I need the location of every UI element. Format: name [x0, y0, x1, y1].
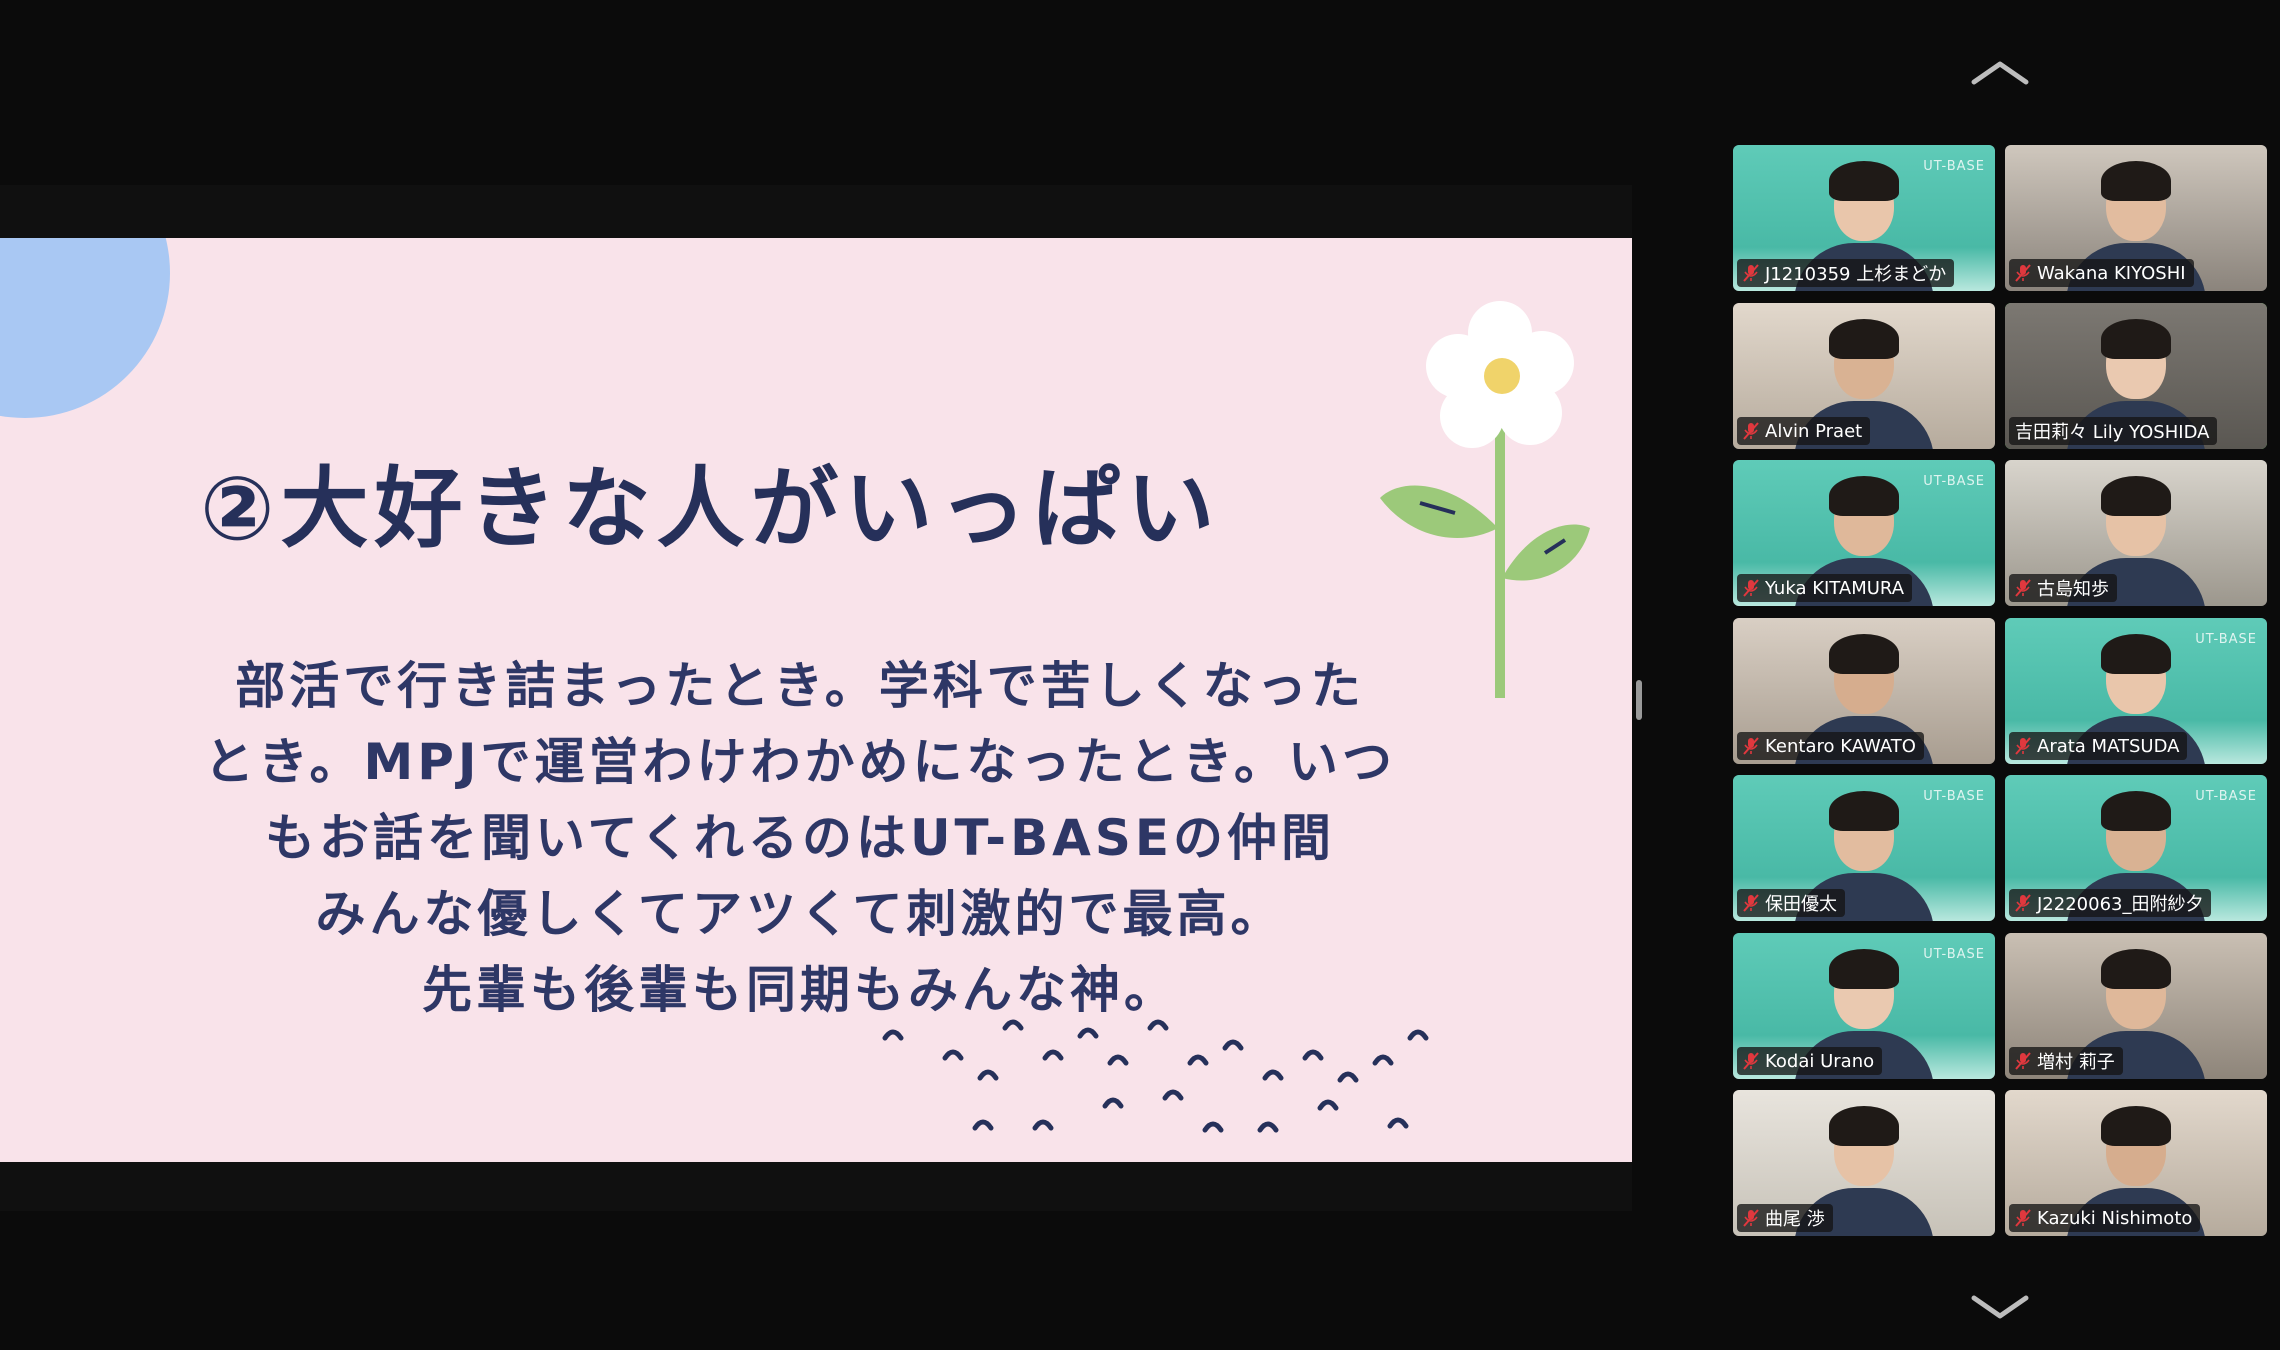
- participant-name: 増村 莉子: [2037, 1052, 2115, 1073]
- slide-body-line: もお話を聞いてくれるのはUT-BASEの仲間: [264, 809, 1336, 867]
- chevron-up-icon[interactable]: [1968, 58, 2032, 88]
- participant-tile[interactable]: Alvin Praet: [1733, 303, 1995, 449]
- mic-off-icon: [1743, 264, 1759, 282]
- participant-tile[interactable]: Wakana KIYOSHI: [2005, 145, 2267, 291]
- slide-body-line: 先輩も後輩も同期もみんな神。: [422, 961, 1178, 1019]
- mic-off-icon: [1743, 422, 1759, 440]
- decorative-circle: [0, 238, 170, 418]
- shared-slide: ②大好きな人がいっぱい 部活で行き詰まったとき。学科で苦しくなった とき。MPJ…: [0, 238, 1632, 1162]
- slide-title: ②大好きな人がいっぱい: [200, 457, 1221, 560]
- mic-off-icon: [2015, 264, 2031, 282]
- participant-name-tag: Kodai Urano: [1737, 1047, 1883, 1075]
- participant-tile[interactable]: 曲尾 渉: [1733, 1090, 1995, 1236]
- participant-name: 保田優太: [1765, 894, 1837, 915]
- participant-name: Wakana KIYOSHI: [2037, 262, 2186, 284]
- participant-tile[interactable]: 増村 莉子: [2005, 933, 2267, 1079]
- participant-name: Kodai Urano: [1765, 1050, 1875, 1072]
- participant-name: Yuka KITAMURA: [1765, 577, 1905, 599]
- participant-name: Arata MATSUDA: [2037, 735, 2180, 757]
- mic-off-icon: [1743, 1052, 1759, 1070]
- chevron-down-icon[interactable]: [1968, 1292, 2032, 1322]
- participant-tile[interactable]: UT-BASE Yuka KITAMURA: [1733, 460, 1995, 606]
- participant-tile[interactable]: UT-BASE J1210359 上杉まどか: [1733, 145, 1995, 291]
- participant-tile[interactable]: UT-BASE J2220063_田附紗夕: [2005, 775, 2267, 921]
- participant-name-tag: J2220063_田附紗夕: [2009, 889, 2212, 917]
- decorative-arcs: [882, 1019, 1429, 1133]
- participant-name-tag: Kazuki Nishimoto: [2009, 1204, 2201, 1232]
- mic-off-icon: [2015, 894, 2031, 912]
- mic-off-icon: [2015, 737, 2031, 755]
- participant-tile[interactable]: Kentaro KAWATO: [1733, 618, 1995, 764]
- participant-name: Kazuki Nishimoto: [2037, 1207, 2193, 1229]
- mic-off-icon: [1743, 737, 1759, 755]
- flower-illustration: [1380, 301, 1590, 698]
- participant-name: Alvin Praet: [1765, 420, 1863, 442]
- participant-name-tag: 曲尾 渉: [1737, 1204, 1833, 1232]
- participant-name-tag: J1210359 上杉まどか: [1737, 259, 1955, 287]
- mic-off-icon: [1743, 579, 1759, 597]
- participant-name-tag: 増村 莉子: [2009, 1047, 2123, 1075]
- participant-tile[interactable]: UT-BASE 保田優太: [1733, 775, 1995, 921]
- mic-off-icon: [2015, 579, 2031, 597]
- split-resize-handle[interactable]: [1636, 680, 1642, 720]
- mic-off-icon: [2015, 1209, 2031, 1227]
- participant-name: Kentaro KAWATO: [1765, 735, 1916, 757]
- participant-name: 吉田莉々 Lily YOSHIDA: [2015, 422, 2210, 443]
- participant-tile[interactable]: Kazuki Nishimoto: [2005, 1090, 2267, 1236]
- participant-name-tag: Wakana KIYOSHI: [2009, 259, 2194, 287]
- participant-name-tag: Kentaro KAWATO: [1737, 732, 1924, 760]
- slide-body-line: とき。MPJで運営わけわかめになったとき。いつ: [203, 733, 1396, 791]
- participant-name-tag: 保田優太: [1737, 889, 1845, 917]
- participant-name-tag: 吉田莉々 Lily YOSHIDA: [2009, 417, 2218, 445]
- participant-tile[interactable]: 吉田莉々 Lily YOSHIDA: [2005, 303, 2267, 449]
- participant-tile[interactable]: UT-BASE Kodai Urano: [1733, 933, 1995, 1079]
- mic-off-icon: [1743, 1209, 1759, 1227]
- participant-name-tag: Yuka KITAMURA: [1737, 574, 1913, 602]
- participant-name-tag: 古島知歩: [2009, 574, 2117, 602]
- mic-off-icon: [1743, 894, 1759, 912]
- mic-off-icon: [2015, 1052, 2031, 1070]
- participant-tile[interactable]: UT-BASE Arata MATSUDA: [2005, 618, 2267, 764]
- participant-name: 古島知歩: [2037, 579, 2109, 600]
- participant-name-tag: Alvin Praet: [1737, 417, 1871, 445]
- slide-body-line: みんな優しくてアツくて刺激的で最高。: [315, 885, 1285, 943]
- participant-name: J2220063_田附紗夕: [2037, 894, 2204, 915]
- participant-name: 曲尾 渉: [1765, 1209, 1825, 1230]
- slide-body: 部活で行き詰まったとき。学科で苦しくなった とき。MPJで運営わけわかめになった…: [170, 648, 1430, 1028]
- participant-name-tag: Arata MATSUDA: [2009, 732, 2188, 760]
- meeting-window: ②大好きな人がいっぱい 部活で行き詰まったとき。学科で苦しくなった とき。MPJ…: [0, 0, 2280, 1350]
- slide-body-line: 部活で行き詰まったとき。学科で苦しくなった: [235, 657, 1365, 715]
- participant-name: J1210359 上杉まどか: [1765, 264, 1947, 285]
- participant-tile[interactable]: 古島知歩: [2005, 460, 2267, 606]
